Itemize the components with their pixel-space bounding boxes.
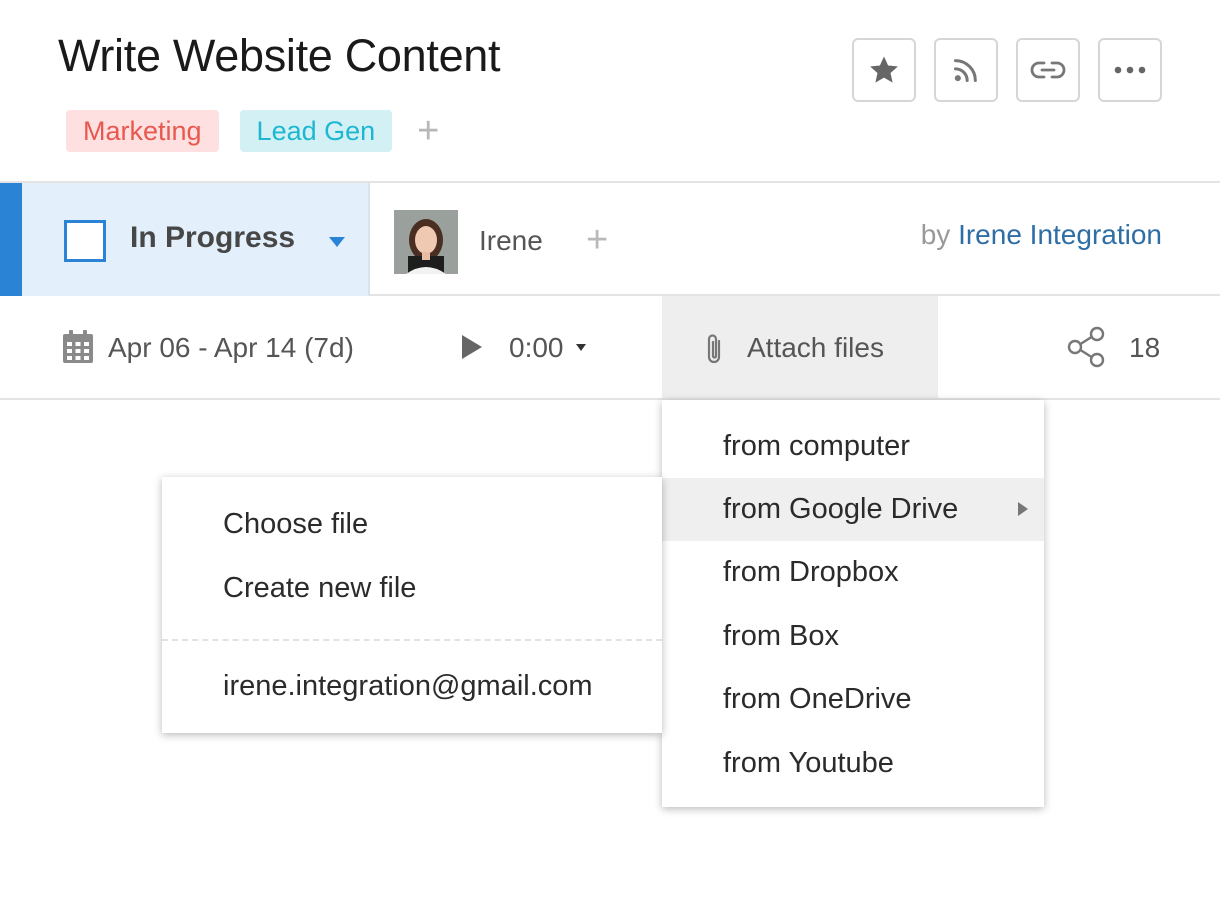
copy-link-button[interactable] bbox=[1016, 38, 1080, 102]
link-icon bbox=[1030, 61, 1066, 79]
google-drive-submenu: Choose file Create new file irene.integr… bbox=[162, 477, 662, 733]
add-tag-button[interactable]: + bbox=[417, 112, 439, 150]
star-button[interactable] bbox=[852, 38, 916, 102]
more-icon bbox=[1114, 66, 1146, 74]
task-actions bbox=[852, 38, 1180, 102]
meta-row: Apr 06 - Apr 14 (7d) 0:00 Attach files 1… bbox=[0, 296, 1220, 400]
status-row: In Progress Irene + by Irene Integration bbox=[0, 181, 1220, 296]
tag-lead-gen[interactable]: Lead Gen bbox=[239, 110, 393, 152]
attach-files-label: Attach files bbox=[747, 332, 884, 363]
status-accent-bar bbox=[0, 183, 22, 296]
status-dropdown[interactable]: In Progress bbox=[22, 183, 370, 296]
menu-item-from-youtube[interactable]: from Youtube bbox=[662, 732, 1044, 795]
calendar-icon bbox=[63, 330, 93, 363]
menu-item-from-box[interactable]: from Box bbox=[662, 605, 1044, 668]
more-button[interactable] bbox=[1098, 38, 1162, 102]
play-icon[interactable] bbox=[461, 334, 483, 360]
author-line: by Irene Integration bbox=[921, 219, 1162, 251]
menu-item-from-onedrive[interactable]: from OneDrive bbox=[662, 668, 1044, 731]
google-account-item[interactable]: irene.integration@gmail.com bbox=[162, 656, 662, 716]
chevron-down-icon bbox=[329, 237, 345, 247]
share-count: 18 bbox=[1129, 332, 1161, 363]
avatar-portrait-icon bbox=[394, 210, 458, 274]
add-assignee-button[interactable]: + bbox=[586, 219, 608, 262]
menu-item-from-dropbox[interactable]: from Dropbox bbox=[662, 541, 1044, 604]
choose-file-item[interactable]: Choose file bbox=[162, 494, 662, 554]
submenu-divider bbox=[162, 639, 662, 641]
chevron-right-icon bbox=[1018, 502, 1028, 516]
timer-caret-icon[interactable] bbox=[576, 344, 586, 351]
menu-item-from-computer[interactable]: from computer bbox=[662, 415, 1044, 478]
follow-button[interactable] bbox=[934, 38, 998, 102]
menu-item-from-google-drive[interactable]: from Google Drive bbox=[662, 478, 1044, 541]
menu-item-label: from Google Drive bbox=[723, 493, 959, 525]
author-link[interactable]: Irene Integration bbox=[958, 219, 1162, 250]
tag-list: Marketing Lead Gen + bbox=[66, 110, 439, 152]
assignee-name[interactable]: Irene bbox=[479, 225, 543, 257]
create-new-file-item[interactable]: Create new file bbox=[162, 558, 662, 618]
paperclip-icon bbox=[707, 334, 721, 364]
complete-checkbox[interactable] bbox=[64, 220, 106, 262]
task-panel: Write Website Content Marketing Lead Gen… bbox=[0, 0, 1220, 916]
task-title[interactable]: Write Website Content bbox=[58, 30, 501, 82]
attach-files-button[interactable]: Attach files bbox=[662, 296, 938, 398]
tag-marketing[interactable]: Marketing bbox=[66, 110, 219, 152]
attach-files-menu: from computer from Google Drive from Dro… bbox=[662, 400, 1044, 807]
author-prefix: by bbox=[920, 219, 951, 250]
star-icon bbox=[870, 56, 898, 83]
timer-value[interactable]: 0:00 bbox=[509, 332, 564, 364]
status-label: In Progress bbox=[130, 221, 296, 254]
rss-icon bbox=[953, 59, 977, 83]
avatar[interactable] bbox=[394, 210, 458, 274]
share-icon[interactable] bbox=[1066, 326, 1108, 368]
date-range[interactable]: Apr 06 - Apr 14 (7d) bbox=[108, 332, 354, 364]
